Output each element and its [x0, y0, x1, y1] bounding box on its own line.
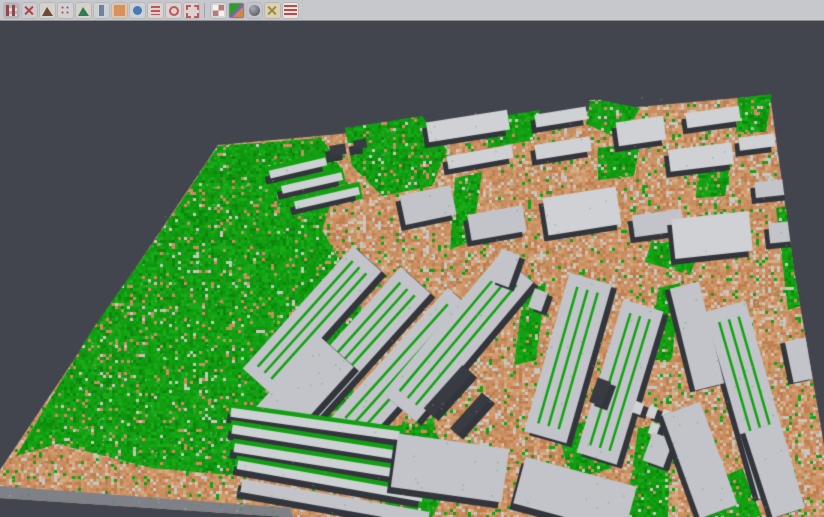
- list-icon[interactable]: [148, 3, 163, 18]
- mesh-icon[interactable]: [265, 3, 280, 18]
- pinwheel-icon[interactable]: [22, 3, 37, 18]
- points-icon[interactable]: [58, 3, 73, 18]
- 3d-viewport[interactable]: [0, 22, 824, 517]
- mosaic-icon[interactable]: [4, 3, 19, 18]
- globe-icon[interactable]: [130, 3, 145, 18]
- application-window: [0, 0, 824, 517]
- sphere-icon[interactable]: [247, 3, 262, 18]
- target-icon[interactable]: [166, 3, 181, 18]
- vegetation-icon[interactable]: [76, 3, 91, 18]
- classification-map-icon[interactable]: [229, 3, 244, 18]
- column-icon[interactable]: [94, 3, 109, 18]
- checker-icon[interactable]: [211, 3, 226, 18]
- selection-icon[interactable]: [184, 3, 199, 18]
- terrain-icon[interactable]: [40, 3, 55, 18]
- orange-tile-icon[interactable]: [112, 3, 127, 18]
- toolbar-separator: [204, 3, 205, 18]
- stripes-icon[interactable]: [283, 3, 298, 18]
- main-toolbar: [0, 0, 824, 21]
